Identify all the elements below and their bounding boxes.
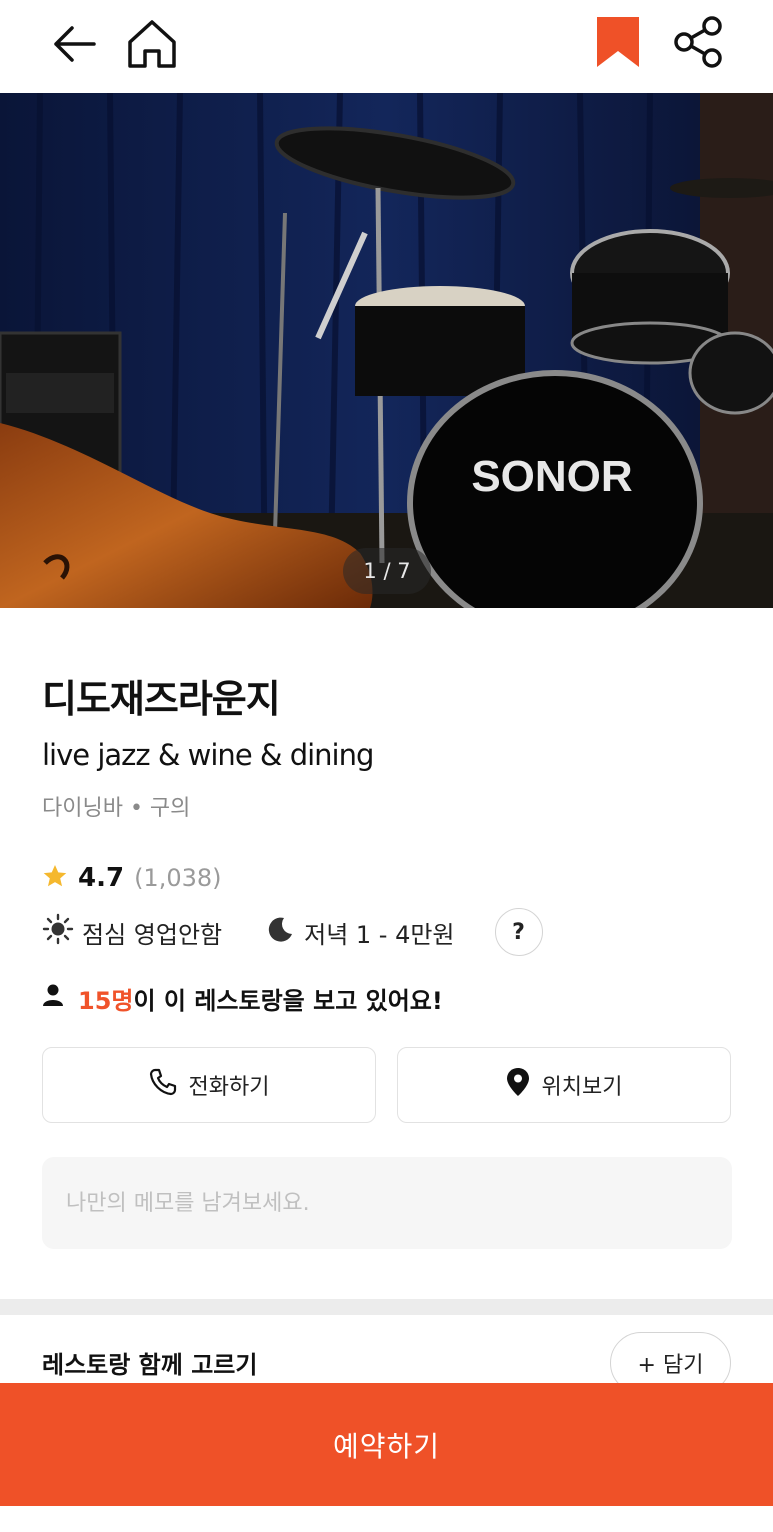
arrow-left-icon[interactable] xyxy=(50,24,98,68)
rating-row[interactable]: 4.7 (1,038) xyxy=(42,858,222,898)
share-icon[interactable] xyxy=(674,16,724,72)
price-hours-row: 점심 영업안함 저녁 1 - 4만원 ? xyxy=(42,906,543,958)
restaurant-category: 다이닝바 • 구의 xyxy=(42,796,191,821)
location-pin-icon xyxy=(506,1067,542,1103)
restaurant-tagline: live jazz & wine & dining xyxy=(42,738,374,772)
moon-icon xyxy=(266,915,294,949)
gallery-counter: 1 / 7 xyxy=(343,548,431,594)
price-help-button[interactable]: ? xyxy=(494,908,543,956)
viewers-count: 15명 xyxy=(78,986,134,1015)
viewers-notice: 15명 이 이 레스토랑을 보고 있어요! xyxy=(42,980,443,1016)
bookmark-icon[interactable] xyxy=(597,17,639,73)
sun-icon xyxy=(42,913,74,951)
viewers-text: 이 이 레스토랑을 보고 있어요! xyxy=(133,986,443,1015)
person-icon xyxy=(42,983,64,1013)
bottom-safe-area xyxy=(0,1506,773,1532)
home-icon[interactable] xyxy=(126,18,178,74)
top-bar xyxy=(0,0,773,93)
dinner-label: 저녁 1 - 4만원 xyxy=(304,920,455,949)
reserve-button[interactable]: 예약하기 xyxy=(0,1383,773,1506)
dinner-info: 저녁 1 - 4만원 xyxy=(266,915,455,950)
phone-icon xyxy=(149,1068,189,1102)
compare-section-title: 레스토랑 함께 고르기 xyxy=(42,1351,258,1379)
rating-score: 4.7 xyxy=(78,863,125,893)
call-label: 전화하기 xyxy=(188,1075,270,1100)
photo-gallery[interactable]: SONOR 1 / 7 xyxy=(0,93,773,608)
lunch-label: 점심 영업안함 xyxy=(82,920,223,949)
review-count: (1,038) xyxy=(134,864,222,892)
drum-brand-label: SONOR xyxy=(471,452,632,501)
restaurant-name: 디도재즈라운지 xyxy=(42,677,281,721)
lunch-info: 점심 영업안함 xyxy=(42,913,222,951)
memo-input[interactable] xyxy=(42,1157,732,1249)
call-button[interactable]: 전화하기 xyxy=(42,1047,376,1123)
star-icon xyxy=(42,863,68,893)
map-label: 위치보기 xyxy=(541,1075,623,1100)
map-button[interactable]: 위치보기 xyxy=(397,1047,731,1123)
section-divider xyxy=(0,1299,773,1315)
drum-kit-photo: SONOR xyxy=(0,93,773,608)
